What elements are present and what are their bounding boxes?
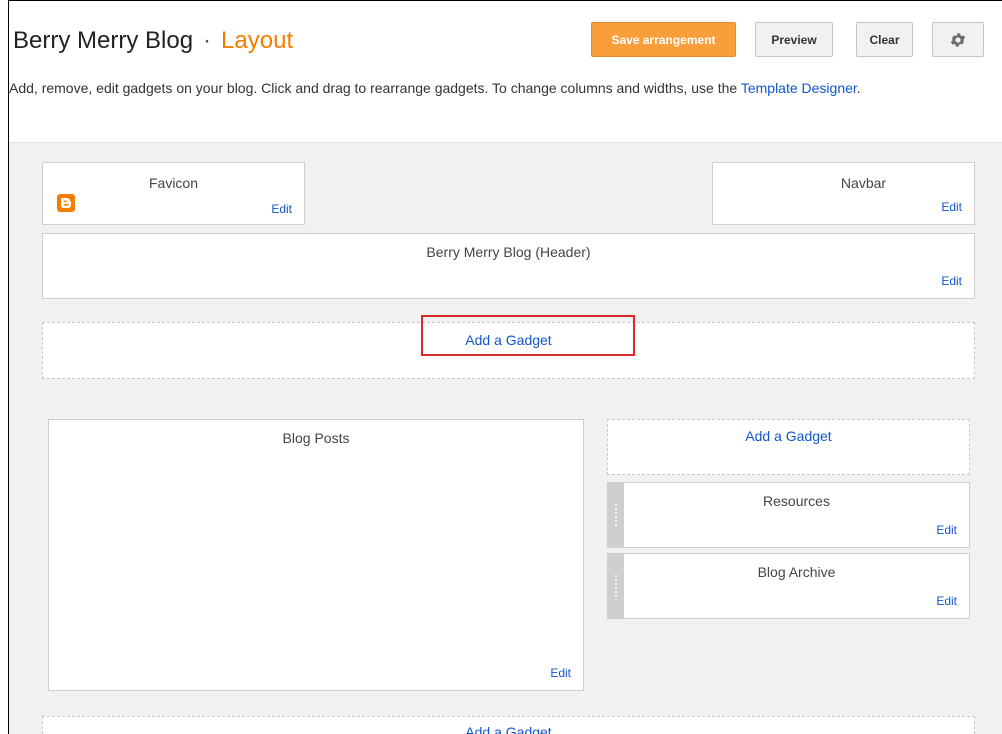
add-gadget-sidebar-area: Add a Gadget bbox=[607, 419, 970, 475]
template-designer-link[interactable]: Template Designer bbox=[741, 80, 857, 96]
save-arrangement-button[interactable]: Save arrangement bbox=[591, 22, 736, 57]
header-gadget-edit-link[interactable]: Edit bbox=[941, 274, 962, 288]
header-gadget-title: Berry Merry Blog (Header) bbox=[426, 244, 591, 260]
blog-archive-gadget[interactable]: Blog Archive Edit bbox=[607, 553, 970, 619]
highlight-box bbox=[421, 315, 635, 356]
blog-posts-gadget[interactable]: Blog Posts Edit bbox=[48, 419, 584, 691]
resources-title: Resources bbox=[763, 493, 830, 509]
blog-archive-title: Blog Archive bbox=[757, 564, 836, 580]
navbar-title: Navbar bbox=[840, 175, 887, 191]
resources-gadget[interactable]: Resources Edit bbox=[607, 482, 970, 548]
navbar-edit-link[interactable]: Edit bbox=[941, 200, 962, 214]
layout-description: Add, remove, edit gadgets on your blog. … bbox=[9, 80, 999, 96]
blog-posts-title: Blog Posts bbox=[282, 430, 350, 446]
drag-handle[interactable] bbox=[608, 554, 624, 618]
resources-edit-link[interactable]: Edit bbox=[936, 523, 957, 537]
blogger-icon bbox=[57, 194, 75, 212]
grip-icon bbox=[615, 503, 617, 527]
title-separator: · bbox=[203, 27, 212, 54]
favicon-title: Favicon bbox=[148, 175, 199, 191]
blog-archive-edit-link[interactable]: Edit bbox=[936, 594, 957, 608]
favicon-gadget[interactable]: Favicon Edit bbox=[42, 162, 305, 225]
preview-button[interactable]: Preview bbox=[755, 22, 833, 57]
drag-handle[interactable] bbox=[608, 483, 624, 547]
description-text: Add, remove, edit gadgets on your blog. … bbox=[9, 80, 741, 96]
layout-header: Berry Merry Blog · Layout bbox=[9, 1, 1002, 77]
header-gadget[interactable]: Berry Merry Blog (Header) Edit bbox=[42, 233, 975, 299]
description-end: . bbox=[856, 80, 861, 96]
favicon-edit-link[interactable]: Edit bbox=[271, 202, 292, 216]
clear-button[interactable]: Clear bbox=[856, 22, 913, 57]
blog-posts-edit-link[interactable]: Edit bbox=[550, 666, 571, 680]
settings-button[interactable] bbox=[932, 22, 984, 57]
add-gadget-bottom-area: Add a Gadget bbox=[42, 716, 975, 734]
grip-icon bbox=[615, 574, 617, 598]
add-gadget-sidebar-link[interactable]: Add a Gadget bbox=[608, 428, 969, 444]
navbar-gadget[interactable]: Navbar Edit bbox=[712, 162, 975, 225]
page-title: Berry Merry Blog · Layout bbox=[13, 27, 293, 55]
page-name: Layout bbox=[221, 27, 294, 54]
gear-icon bbox=[950, 32, 966, 47]
blog-name: Berry Merry Blog bbox=[13, 27, 194, 54]
add-gadget-bottom-link[interactable]: Add a Gadget bbox=[43, 724, 974, 734]
